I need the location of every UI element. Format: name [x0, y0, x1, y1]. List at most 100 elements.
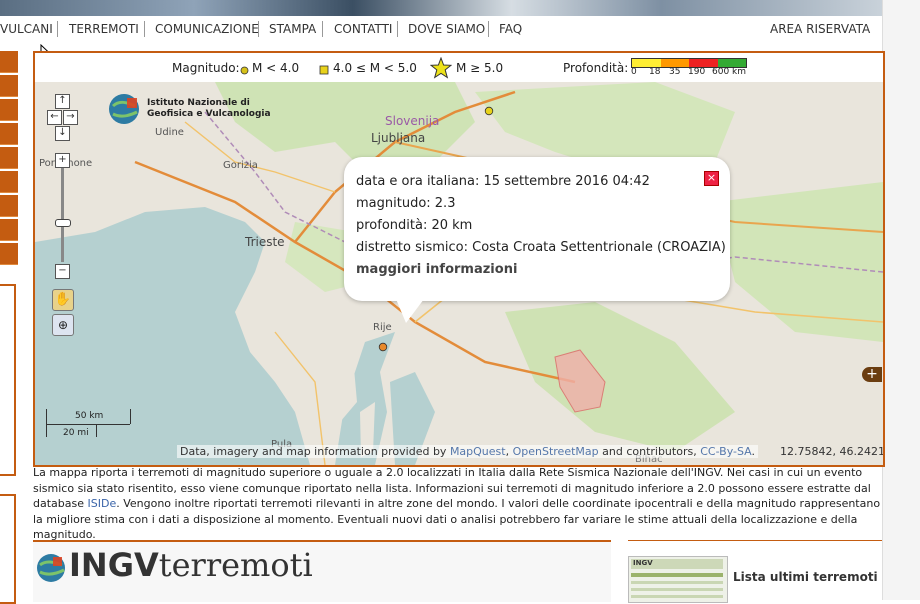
sidebar-tab[interactable] [0, 147, 18, 169]
zoom-out-button[interactable]: − [55, 264, 70, 279]
sidebar-tab[interactable] [0, 75, 18, 97]
depth-tick: 35 [669, 67, 681, 77]
lista-ultimi-terremoti-link[interactable]: Lista ultimi terremoti [733, 570, 878, 584]
scale-mi: 20 mi [63, 428, 89, 438]
nav-separator [144, 21, 145, 37]
ingv-logo-bold: INGV [69, 546, 159, 584]
attribution-prefix: Data, imagery and map information provid… [180, 445, 450, 458]
lista-thumbnail[interactable]: INGV [628, 556, 728, 603]
legend-profondita-label: Profondità: [563, 61, 629, 75]
pan-hand-icon[interactable]: ✋ [52, 289, 74, 311]
map-legend: Magnitudo: M < 4.0 4.0 ≤ M < 5.0 M ≥ 5.0… [35, 53, 883, 82]
nav-separator [488, 21, 489, 37]
depth-tick: 600 km [712, 67, 747, 77]
svg-text:Ljubljana: Ljubljana [371, 131, 425, 145]
zoom-in-button[interactable]: + [55, 153, 70, 168]
quake-marker-selected-icon[interactable] [378, 342, 388, 352]
pan-up-button[interactable]: ↑ [55, 94, 70, 109]
sidebar-tab[interactable] [0, 99, 18, 121]
nav-separator [57, 21, 58, 37]
nav-stampa[interactable]: STAMPA [269, 22, 316, 36]
attribution-separator: , [505, 445, 513, 458]
nav-separator [258, 21, 259, 37]
layer-switcher-plus-icon[interactable]: + [862, 367, 882, 382]
attribution-end: . [751, 445, 756, 458]
large-quake-star-icon [430, 57, 452, 79]
nav-separator [322, 21, 323, 37]
main-nav: VULCANI TERREMOTI COMUNICAZIONE STAMPA C… [0, 17, 882, 41]
nav-faq[interactable]: FAQ [499, 22, 522, 36]
sidebar-box [0, 284, 16, 476]
popup-profondita: profondità: 20 km [356, 218, 473, 233]
cursor-coordinates: 12.75842, 46.24213 [780, 445, 883, 458]
sidebar-box [0, 494, 16, 604]
depth-tick: 190 [688, 67, 706, 77]
popup-distretto: distretto sismico: Costa Croata Settentr… [356, 240, 726, 255]
ingv-logo-line2: Geofisica e Vulcanologia [147, 109, 271, 119]
zoom-slider-track[interactable] [61, 168, 64, 262]
legend-small: M < 4.0 [252, 61, 300, 75]
svg-text:Udine: Udine [155, 127, 184, 138]
sidebar-tab[interactable] [0, 123, 18, 145]
legend-large: M ≥ 5.0 [456, 61, 504, 75]
depth-color-segment [689, 59, 718, 67]
small-quake-dot-icon [240, 66, 249, 75]
sidebar-tab[interactable] [0, 171, 18, 193]
nav-dove-siamo[interactable]: DOVE SIAMO [408, 22, 485, 36]
popup-magnitudo: magnitudo: 2.3 [356, 196, 456, 211]
ingv-map-logo: Istituto Nazionale di Geofisica e Vulcan… [107, 92, 271, 126]
nav-separator [397, 21, 398, 37]
openstreetmap-link[interactable]: OpenStreetMap [513, 445, 599, 458]
nav-comunicazione[interactable]: COMUNICAZIONE [155, 22, 259, 36]
sidebar-tab[interactable] [0, 243, 18, 265]
depth-ticks: 0 18 35 190 600 km [631, 67, 761, 79]
pan-down-button[interactable]: ↓ [55, 126, 70, 141]
zoom-box-icon[interactable]: ⊕ [52, 314, 74, 336]
medium-quake-square-icon [319, 65, 329, 75]
legend-magnitudo-label: Magnitudo: [172, 61, 240, 75]
nav-vulcani[interactable]: VULCANI [0, 22, 53, 36]
sidebar-tab[interactable] [0, 219, 18, 241]
nav-area-riservata[interactable]: AREA RISERVATA [770, 22, 870, 36]
right-scroll-gutter [882, 0, 920, 600]
map-attribution: Data, imagery and map information provid… [177, 445, 758, 458]
sidebar-tab[interactable] [0, 51, 18, 73]
ingv-terremoti-logo: INGVterremoti [69, 546, 313, 584]
globe-logo-icon [37, 554, 65, 582]
svg-text:Rije: Rije [373, 322, 392, 333]
zoom-slider-handle[interactable] [55, 219, 71, 227]
depth-color-segment [717, 59, 746, 67]
quake-info-popup: data e ora italiana: 15 settembre 2016 0… [344, 157, 730, 323]
quake-marker-icon[interactable] [484, 106, 494, 116]
globe-logo-icon [109, 94, 139, 124]
sidebar-tab[interactable] [0, 195, 18, 217]
popup-more-info-link[interactable]: maggiori informazioni [356, 262, 517, 277]
nav-terremoti[interactable]: TERREMOTI [69, 22, 139, 36]
depth-color-segment [660, 59, 689, 67]
popup-close-icon[interactable]: × [704, 171, 719, 186]
pan-left-button[interactable]: ← [47, 110, 62, 125]
map-canvas[interactable]: Slovenija Ljubljana Udine Gorizia Triest… [35, 82, 883, 465]
header-banner [0, 0, 882, 16]
thumbnail-title: INGV [633, 559, 653, 567]
svg-text:Trieste: Trieste [244, 235, 285, 249]
description-text-end: . Vengono inoltre riportati terremoti ri… [33, 497, 881, 541]
nav-contatti[interactable]: CONTATTI [334, 22, 392, 36]
earthquake-map-panel: Magnitudo: M < 4.0 4.0 ≤ M < 5.0 M ≥ 5.0… [33, 51, 885, 467]
legend-medium: 4.0 ≤ M < 5.0 [333, 61, 417, 75]
map-description: La mappa riporta i terremoti di magnitud… [33, 465, 885, 543]
svg-text:Slovenija: Slovenija [385, 114, 439, 128]
popup-datetime: data e ora italiana: 15 settembre 2016 0… [356, 174, 650, 189]
ingv-terremoti-banner[interactable]: INGVterremoti [33, 540, 611, 602]
iside-link[interactable]: ISIDe [88, 497, 117, 510]
svg-text:Gorizia: Gorizia [223, 160, 258, 171]
depth-tick: 18 [649, 67, 661, 77]
depth-color-segment [632, 59, 661, 67]
pan-right-button[interactable]: → [63, 110, 78, 125]
attribution-middle: and contributors, [598, 445, 701, 458]
mapquest-link[interactable]: MapQuest [450, 445, 506, 458]
popup-pointer [396, 299, 424, 323]
license-link[interactable]: CC-By-SA [700, 445, 751, 458]
ingv-logo-rest: terremoti [158, 546, 313, 584]
ingv-logo-line1: Istituto Nazionale di [147, 98, 250, 108]
